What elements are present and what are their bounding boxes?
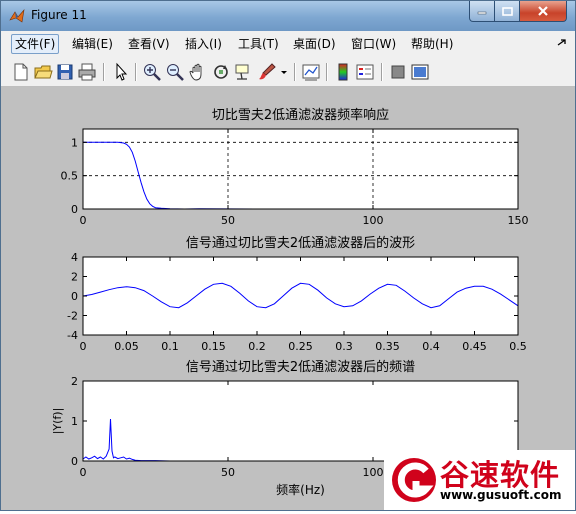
x-tick-label: 0.1 <box>161 340 179 353</box>
minimize-icon <box>477 11 487 15</box>
window-title: Figure 11 <box>31 8 87 22</box>
menu-file[interactable]: 文件(F) <box>11 34 60 54</box>
menu-view[interactable]: 查看(V) <box>125 35 173 53</box>
show-plot-tools-icon[interactable] <box>410 62 430 82</box>
hide-plot-tools-icon[interactable] <box>388 62 408 82</box>
figure-toolbar <box>1 58 575 87</box>
chart-title: 信号通过切比雪夫2低通滤波器后的频谱 <box>186 359 415 375</box>
toolbar-separator <box>326 63 328 81</box>
save-icon[interactable] <box>55 62 75 82</box>
menu-desktop[interactable]: 桌面(D) <box>290 35 339 53</box>
brush-dropdown-icon[interactable] <box>279 62 289 82</box>
x-tick-label: 0.4 <box>422 340 440 353</box>
matlab-logo-icon <box>9 8 25 23</box>
y-tick-label: 1 <box>71 136 78 149</box>
x-tick-label: 0 <box>80 466 87 479</box>
y-tick-label: -2 <box>67 310 78 323</box>
figure-window: Figure 11 文件(F) 编辑(E) 查看(V) 插入(I) 工具(T) … <box>0 0 576 511</box>
print-icon[interactable] <box>77 62 97 82</box>
zoom-out-icon[interactable] <box>165 62 185 82</box>
x-tick-label: 50 <box>221 466 235 479</box>
toolbar-separator <box>103 63 105 81</box>
pointer-icon[interactable] <box>111 62 131 82</box>
close-button[interactable] <box>519 1 567 22</box>
x-tick-label: 0.45 <box>462 340 487 353</box>
axes-2: 0 0.05 0.1 0.15 0.2 0.25 0.3 0.35 0.4 0.45 0.5 -4 -2… <box>67 235 527 353</box>
watermark-logo: 谷速软件 www.gusuoft.com <box>384 450 575 510</box>
toolbar-separator <box>381 63 383 81</box>
menu-tools[interactable]: 工具(T) <box>235 35 282 53</box>
axes-background <box>83 381 518 461</box>
legend-icon[interactable] <box>355 62 375 82</box>
y-tick-label: 2 <box>71 271 78 284</box>
x-tick-label: 0.25 <box>288 340 313 353</box>
figure-canvas[interactable]: 0 50 100 150 0 0.5 1 切比雪夫2低通滤波器频率响应 0 0.05 0.1 0.15… <box>1 87 575 510</box>
x-tick-label: 150 <box>508 214 529 227</box>
y-tick-label: 0 <box>71 203 78 216</box>
y-tick-label: 2 <box>71 375 78 388</box>
open-folder-icon[interactable] <box>33 62 53 82</box>
y-tick-label: 0.5 <box>61 170 79 183</box>
plots-svg: 0 50 100 15000.51切比雪夫2低通滤波器频率响应0 0.05 0.1 0.15… <box>51 107 529 497</box>
y-tick-label: 0 <box>71 455 78 468</box>
data-cursor-icon[interactable] <box>233 62 253 82</box>
menu-insert[interactable]: 插入(I) <box>182 35 225 53</box>
zoom-in-icon[interactable] <box>142 62 162 82</box>
menu-window[interactable]: 窗口(W) <box>348 35 399 53</box>
dock-arrow-icon[interactable] <box>556 37 568 51</box>
x-tick-label: 0.2 <box>248 340 266 353</box>
maximize-icon <box>501 6 513 16</box>
x-tick-label: 0 <box>80 340 87 353</box>
chart-title: 信号通过切比雪夫2低通滤波器后的波形 <box>186 235 415 251</box>
pan-hand-icon[interactable] <box>188 62 208 82</box>
colorbar-icon[interactable] <box>333 62 353 82</box>
new-figure-icon[interactable] <box>11 62 31 82</box>
toolbar-separator <box>135 63 137 81</box>
rotate-3d-icon[interactable] <box>211 62 231 82</box>
watermark-url-text: www.gusuoft.com <box>440 488 562 502</box>
y-tick-label: 0 <box>71 290 78 303</box>
y-tick-label: -4 <box>67 329 78 342</box>
x-tick-label: 0.05 <box>114 340 139 353</box>
x-tick-label: 0.35 <box>375 340 400 353</box>
toolbar-separator <box>294 63 296 81</box>
brush-icon[interactable] <box>257 62 277 82</box>
axes-1: 0 50 100 150 0 0.5 1 切比雪夫2低通滤波器频率响应 <box>61 107 529 227</box>
x-tick-label: 0 <box>80 214 87 227</box>
menu-edit[interactable]: 编辑(E) <box>69 35 116 53</box>
x-tick-label: 100 <box>363 214 384 227</box>
menu-bar: 文件(F) 编辑(E) 查看(V) 插入(I) 工具(T) 桌面(D) 窗口(W… <box>1 31 575 59</box>
y-axis-label: |Y(f)| <box>51 408 64 435</box>
y-tick-label: 1 <box>71 415 78 428</box>
x-axis-label: 频率(Hz) <box>276 482 325 497</box>
x-tick-label: 50 <box>221 214 235 227</box>
close-icon <box>538 6 548 16</box>
axes-background <box>83 129 518 209</box>
chart-title: 切比雪夫2低通滤波器频率响应 <box>212 107 389 123</box>
title-bar[interactable]: Figure 11 <box>1 1 575 31</box>
link-plot-icon[interactable] <box>301 62 321 82</box>
x-tick-label: 100 <box>363 466 384 479</box>
y-tick-label: 4 <box>71 251 78 264</box>
x-tick-label: 0.5 <box>509 340 527 353</box>
x-tick-label: 0.15 <box>201 340 226 353</box>
menu-help[interactable]: 帮助(H) <box>408 35 456 53</box>
x-tick-label: 0.3 <box>335 340 353 353</box>
maximize-button[interactable] <box>494 1 520 22</box>
minimize-button[interactable] <box>469 1 495 22</box>
